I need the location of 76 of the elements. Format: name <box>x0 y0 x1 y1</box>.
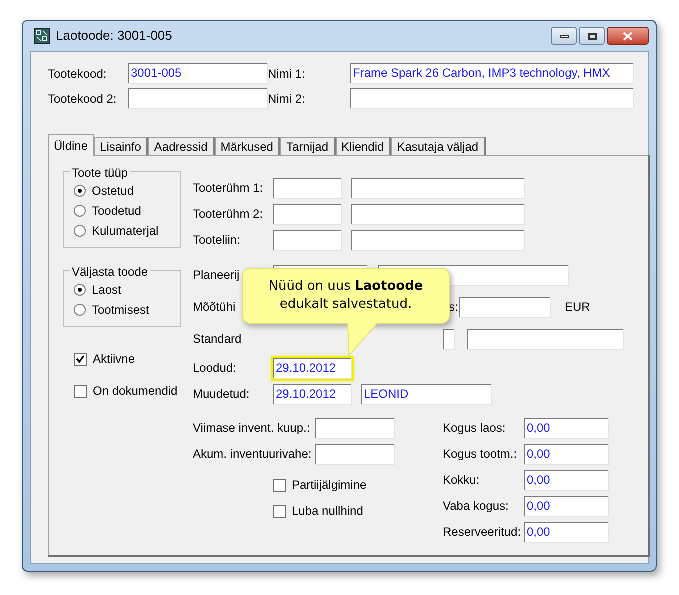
field-label: Viimase invent. kuup.: <box>193 420 312 437</box>
input-field[interactable] <box>315 444 395 464</box>
field-label: Tootmisest <box>92 302 150 319</box>
field-label: Kulumaterjal <box>92 223 159 240</box>
field-label: Laost <box>92 282 122 299</box>
input-field[interactable]: 3001-005 <box>128 63 268 84</box>
field-label: Vaba kogus: <box>443 498 510 515</box>
tab[interactable]: Kliendid <box>336 137 392 155</box>
input-field[interactable] <box>128 88 268 109</box>
input-field[interactable]: 0,00 <box>524 470 609 490</box>
checkbox[interactable] <box>273 504 286 518</box>
input-field[interactable] <box>467 328 624 350</box>
input-field[interactable] <box>315 418 395 438</box>
field-label: Tootekood 2: <box>48 90 118 108</box>
checkbox[interactable] <box>74 384 87 398</box>
checkbox[interactable] <box>273 478 286 492</box>
input-field[interactable]: 0,00 <box>524 496 609 516</box>
radio-button[interactable] <box>74 304 86 316</box>
maximize-button[interactable] <box>579 27 605 45</box>
tab[interactable]: Tarnijad <box>280 137 336 155</box>
field-label: Muudetud: <box>193 386 251 403</box>
input-field[interactable]: 0,00 <box>524 418 609 438</box>
window-title: Laotoode: 3001-005 <box>56 27 172 46</box>
input-field[interactable] <box>273 204 342 224</box>
field-label: Standard <box>193 331 243 348</box>
input-field[interactable] <box>350 88 634 109</box>
input-field[interactable]: 29.10.2012 <box>273 358 352 378</box>
check-icon <box>76 354 85 364</box>
tab[interactable]: Aadressid <box>148 137 215 155</box>
field-label: Planeerij <box>193 267 241 284</box>
field-label: EUR <box>565 299 590 316</box>
tab[interactable]: Kasutaja väljad <box>391 137 486 155</box>
tab[interactable]: Üldine <box>48 134 94 156</box>
field-label: Kogus laos: <box>443 420 507 437</box>
field-label: Tooterühm 2: <box>193 206 264 223</box>
app-icon <box>34 28 50 44</box>
field-label: Nimi 2: <box>268 90 306 108</box>
field-label: Kogus tootm.: <box>443 446 518 463</box>
field-label: Aktiivne <box>93 351 136 368</box>
field-label: Tooteliin: <box>193 232 242 249</box>
input-field[interactable]: 0,00 <box>524 522 609 542</box>
callout-text: Nüüd on uus Laotoode edukalt salvestatud. <box>268 278 424 314</box>
tab[interactable]: Märkused <box>214 137 280 155</box>
input-field[interactable] <box>351 230 525 250</box>
close-icon <box>623 32 633 40</box>
input-field[interactable]: 29.10.2012 <box>273 384 352 404</box>
input-field[interactable]: LEONID <box>361 384 492 404</box>
radio-button[interactable] <box>74 205 86 217</box>
radio-button[interactable] <box>74 225 86 237</box>
input-field[interactable] <box>351 204 525 224</box>
input-field[interactable] <box>273 178 342 198</box>
input-field[interactable] <box>443 328 455 350</box>
input-field[interactable]: Frame Spark 26 Carbon, IMP3 technology, HMX <box>350 63 634 84</box>
input-field[interactable]: 0,00 <box>524 444 609 464</box>
close-button[interactable] <box>607 27 649 45</box>
field-label: Akum. inventuurivahe: <box>193 446 313 463</box>
input-field[interactable] <box>459 296 551 318</box>
field-label: Kokku: <box>443 472 481 489</box>
radio-button[interactable] <box>74 185 86 197</box>
field-label: Toodetud <box>92 203 142 220</box>
minimize-button[interactable] <box>551 27 577 45</box>
radio-button[interactable] <box>74 284 86 296</box>
field-label: Luba nullhind <box>292 503 364 520</box>
input-field[interactable] <box>351 178 525 198</box>
field-label: Nimi 1: <box>268 66 306 82</box>
field-label: Partiijälgimine <box>292 477 367 494</box>
tab[interactable]: Lisainfo <box>94 137 148 155</box>
field-label: Ostetud <box>92 183 134 200</box>
input-field[interactable] <box>273 230 342 250</box>
field-label: Tooterühm 1: <box>193 180 264 197</box>
field-label: Mõõtühi <box>193 299 237 316</box>
field-label: Tootekood: <box>48 66 108 82</box>
field-label: On dokumendid <box>93 383 178 400</box>
field-label: Reserveeritud: <box>443 524 522 541</box>
field-label: Loodud: <box>193 360 238 377</box>
checkbox[interactable] <box>74 352 87 366</box>
